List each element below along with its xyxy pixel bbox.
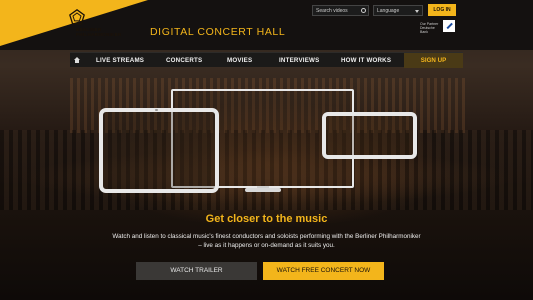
site-header: BERLINER PHILHARMONIKER DIGITAL CONCERT … [0,0,533,50]
main-nav: LIVE STREAMS CONCERTS MOVIES INTERVIEWS … [70,52,463,68]
watch-trailer-button[interactable]: WATCH TRAILER [136,262,257,280]
search-input[interactable]: Search videos [312,5,369,16]
search-placeholder: Search videos [316,8,348,14]
page: BERLINER PHILHARMONIKER DIGITAL CONCERT … [0,0,533,300]
pentagon-logo-icon[interactable] [69,9,85,25]
logo-line-2: PHILHARMONIKER [76,32,122,37]
tablet-frame [99,108,219,193]
home-button[interactable] [70,53,84,67]
camera-icon [155,109,158,111]
language-select[interactable]: Language [373,5,423,16]
home-icon [73,56,81,64]
watch-free-concert-button[interactable]: WATCH FREE CONCERT NOW [263,262,384,280]
chevron-down-icon [415,10,419,13]
nav-item-concerts[interactable]: CONCERTS [166,53,202,68]
search-icon[interactable] [361,8,366,13]
nav-item-interviews[interactable]: INTERVIEWS [279,53,319,68]
language-label: Language [377,8,400,14]
nav-item-movies[interactable]: MOVIES [227,53,252,68]
nav-item-live-streams[interactable]: LIVE STREAMS [96,53,144,68]
monitor-stand [245,188,281,192]
deutsche-bank-logo-icon[interactable] [443,20,455,32]
nav-item-how-it-works[interactable]: HOW IT WORKS [341,53,391,68]
hero-subtitle: Watch and listen to classical music's fi… [112,233,421,249]
logo-text: BERLINER PHILHARMONIKER [76,27,136,37]
sponsor-text: Our Partner Deutsche Bank [420,22,439,34]
login-button[interactable]: LOG IN [428,4,456,16]
site-title[interactable]: DIGITAL CONCERT HALL [150,26,285,38]
phone-frame [322,112,417,159]
signup-button[interactable]: SIGN UP [404,53,463,68]
hero-title: Get closer to the music [205,213,328,225]
